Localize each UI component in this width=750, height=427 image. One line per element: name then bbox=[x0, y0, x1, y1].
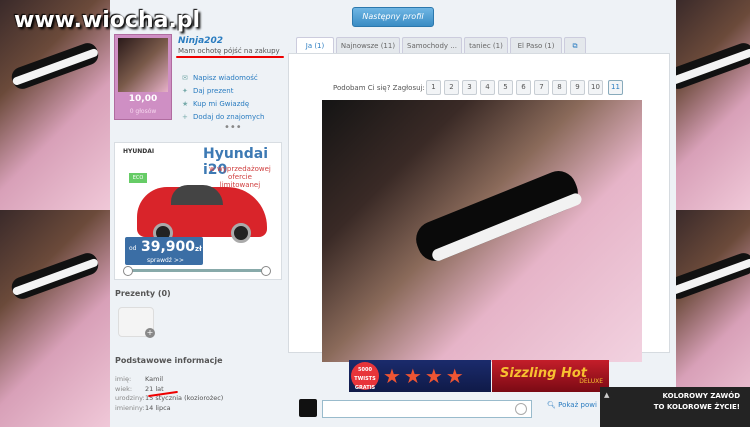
action-label: Kup mi Gwiazdę bbox=[193, 100, 250, 108]
ad-price-value: 39,900zł bbox=[141, 239, 202, 255]
banner-left: 5000 TWISTS GRATIS ★★★★ bbox=[349, 360, 491, 392]
vote-2[interactable]: 2 bbox=[444, 80, 459, 95]
score-value: 10,00 bbox=[128, 94, 158, 104]
tab-samochody[interactable]: Samochody ... bbox=[402, 37, 462, 53]
action-label: Napisz wiadomość bbox=[193, 74, 258, 82]
action-send-message[interactable]: ✉ Napisz wiadomość bbox=[182, 72, 264, 85]
vote-label: Podobam Ci się? Zagłosuj: bbox=[333, 84, 425, 92]
ad-price-from: od bbox=[129, 245, 137, 252]
action-label: Dodaj do znajomych bbox=[193, 113, 265, 121]
tab-najnowsze[interactable]: Najnowsze (11) bbox=[336, 37, 400, 53]
status-text: Mam ochotę pójść na zakupy bbox=[178, 47, 280, 55]
comment-input[interactable] bbox=[322, 400, 532, 418]
vote-6[interactable]: 6 bbox=[516, 80, 531, 95]
ad-slider[interactable] bbox=[123, 266, 271, 276]
vote-11[interactable]: 11 bbox=[608, 80, 623, 95]
background-photo-left-bottom bbox=[0, 210, 110, 427]
tab-gallery-icon[interactable]: ⧉ bbox=[564, 37, 586, 53]
action-give-gift[interactable]: ✦ Daj prezent bbox=[182, 85, 264, 98]
ad-check-link[interactable]: sprawdź >> bbox=[147, 257, 184, 264]
ad-lpg-badge: ECO LPG bbox=[129, 173, 147, 191]
banner-badge: 5000 TWISTS GRATIS bbox=[351, 362, 379, 391]
action-label: Daj prezent bbox=[193, 87, 234, 95]
avatar-photo bbox=[118, 38, 168, 92]
vote-3[interactable]: 3 bbox=[462, 80, 477, 95]
info-row: imię: Kamil bbox=[115, 375, 164, 383]
main-column: Ja (1) Najnowsze (11) Samochody ... tani… bbox=[286, 34, 670, 362]
photo-panel: Podobam Ci się? Zagłosuj: 1 2 3 4 5 6 7 … bbox=[288, 53, 670, 362]
banner-edition: DELUXE bbox=[579, 378, 603, 385]
mail-icon: ✉ bbox=[182, 74, 188, 82]
search-icon: 🔍︎ bbox=[547, 401, 559, 409]
vote-9[interactable]: 9 bbox=[570, 80, 585, 95]
show-more-label: Pokaż powi bbox=[558, 401, 597, 409]
popup-text: KOLOROWY ZAWÓD TO KOLOROWE ŻYCIE! bbox=[653, 392, 740, 411]
next-profile-button[interactable]: Następny profil bbox=[352, 7, 434, 27]
vote-4[interactable]: 4 bbox=[480, 80, 495, 95]
star-icon: ★ bbox=[182, 100, 189, 108]
info-row: urodziny:15 stycznia (koziorożec) bbox=[115, 394, 224, 402]
background-photo-right-top bbox=[676, 0, 750, 210]
action-buy-star[interactable]: ★ Kup mi Gwiazdę bbox=[182, 98, 264, 111]
tab-ja[interactable]: Ja (1) bbox=[296, 37, 334, 53]
car-image bbox=[137, 185, 267, 243]
score-votes: 0 głosów bbox=[129, 108, 157, 115]
username[interactable]: Ninja202 bbox=[178, 36, 223, 46]
red-underline-annotation bbox=[176, 56, 284, 58]
casino-banner[interactable]: 5000 TWISTS GRATIS ★★★★ Sizzling Hot DEL… bbox=[349, 360, 609, 392]
gift-icon: ✦ bbox=[182, 87, 188, 95]
vote-10[interactable]: 10 bbox=[588, 80, 603, 95]
add-icon: + bbox=[145, 328, 155, 338]
user-add-icon: + bbox=[182, 113, 188, 121]
gift-placeholder[interactable]: + bbox=[118, 307, 155, 338]
ad-brand: HYUNDAI bbox=[123, 148, 155, 155]
emoticon-icon[interactable] bbox=[515, 403, 527, 415]
vote-1[interactable]: 1 bbox=[426, 80, 441, 95]
basic-info-title: Podstawowe informacje bbox=[115, 356, 223, 365]
vote-7[interactable]: 7 bbox=[534, 80, 549, 95]
info-row: imieniny:14 lipca bbox=[115, 403, 171, 412]
promo-popup[interactable]: ▲ KOLOROWY ZAWÓD TO KOLOROWE ŻYCIE! bbox=[600, 387, 750, 427]
profile-actions: ✉ Napisz wiadomość ✦ Daj prezent ★ Kup mi G… bbox=[182, 72, 264, 124]
wiocha-watermark: www.wiocha.pl bbox=[14, 8, 201, 33]
more-actions[interactable]: ••• bbox=[224, 122, 242, 133]
banner-game: Sizzling Hot bbox=[500, 366, 587, 381]
profile-photo[interactable] bbox=[322, 100, 642, 362]
hyundai-ad[interactable]: HYUNDAI Hyundai i20 w wyprzedażowej ofer… bbox=[114, 142, 282, 280]
tab-taniec[interactable]: taniec (1) bbox=[464, 37, 508, 53]
basic-info: imię: Kamil wiek: 21 lat urodziny:15 stycz… bbox=[115, 375, 235, 413]
show-more-link[interactable]: 🔍︎ Pokaż powi bbox=[547, 401, 597, 409]
gifts-title: Prezenty (0) bbox=[115, 289, 171, 298]
avatar[interactable]: 10,00 0 głosów bbox=[114, 34, 172, 120]
vote-5[interactable]: 5 bbox=[498, 80, 513, 95]
ad-promo: w wyprzedażowej ofercie limitowanej bbox=[209, 165, 271, 189]
vote-8[interactable]: 8 bbox=[552, 80, 567, 95]
ad-price-box[interactable]: od 39,900zł sprawdź >> bbox=[125, 237, 203, 265]
commenter-avatar bbox=[299, 399, 317, 417]
tab-el-paso[interactable]: El Paso (1) bbox=[510, 37, 562, 53]
banner-right: Sizzling Hot DELUXE bbox=[492, 360, 609, 392]
banner-stars: ★★★★ bbox=[383, 364, 467, 388]
